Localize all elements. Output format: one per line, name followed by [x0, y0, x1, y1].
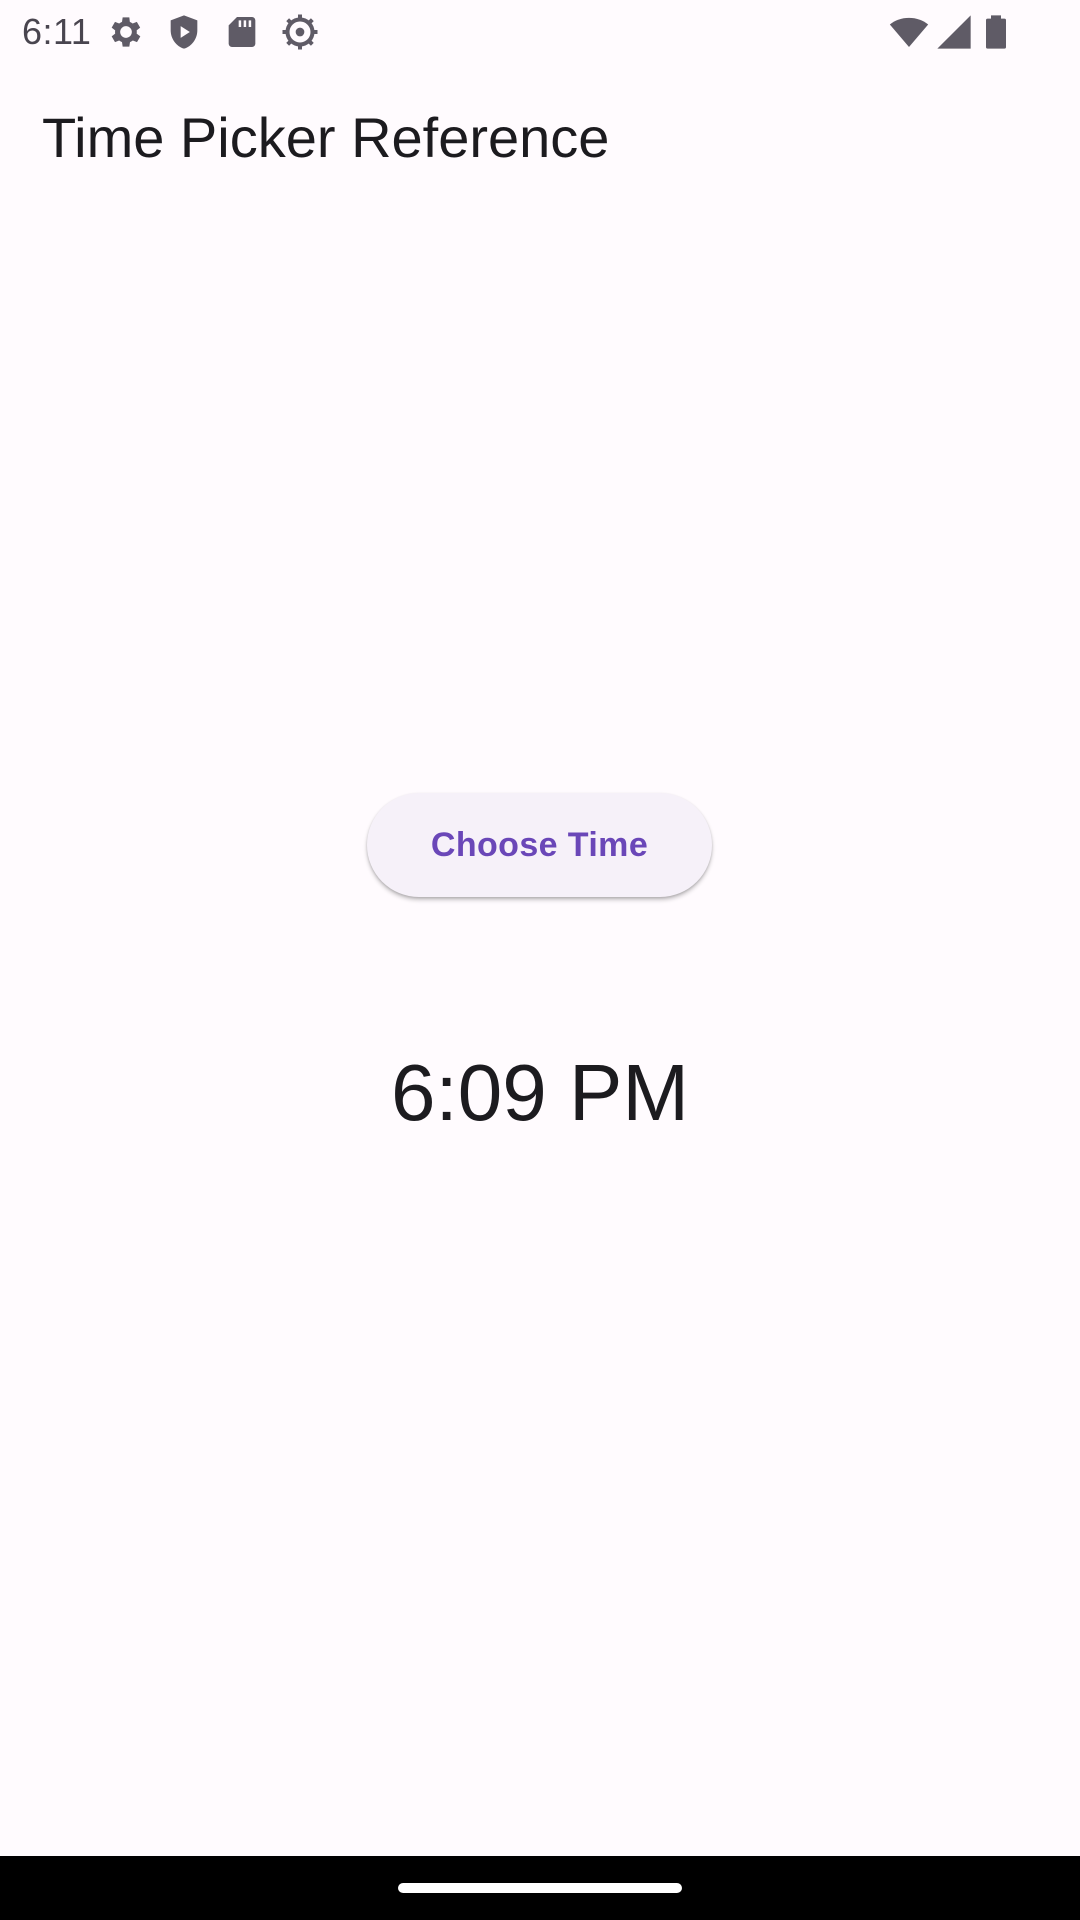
status-time: 6:11 [22, 11, 92, 52]
gear-icon [106, 12, 146, 52]
screen: 6:11 Time Picker Reference Choose Time 6… [0, 0, 1080, 1920]
choose-time-button[interactable]: Choose Time [367, 793, 712, 897]
app-bar: Time Picker Reference [0, 63, 1080, 210]
settings-cog-icon [280, 12, 320, 52]
status-bar: 6:11 [0, 0, 1080, 63]
home-handle[interactable] [398, 1883, 682, 1893]
battery-icon [976, 12, 1016, 52]
selected-time: 6:09 PM [391, 1048, 689, 1137]
wifi-icon [889, 12, 929, 52]
page-title: Time Picker Reference [42, 106, 610, 169]
shield-play-icon [164, 12, 204, 52]
navigation-bar [0, 1856, 1080, 1920]
sd-card-icon [222, 12, 262, 52]
cell-signal-icon [934, 12, 974, 52]
choose-time-label: Choose Time [430, 825, 649, 864]
